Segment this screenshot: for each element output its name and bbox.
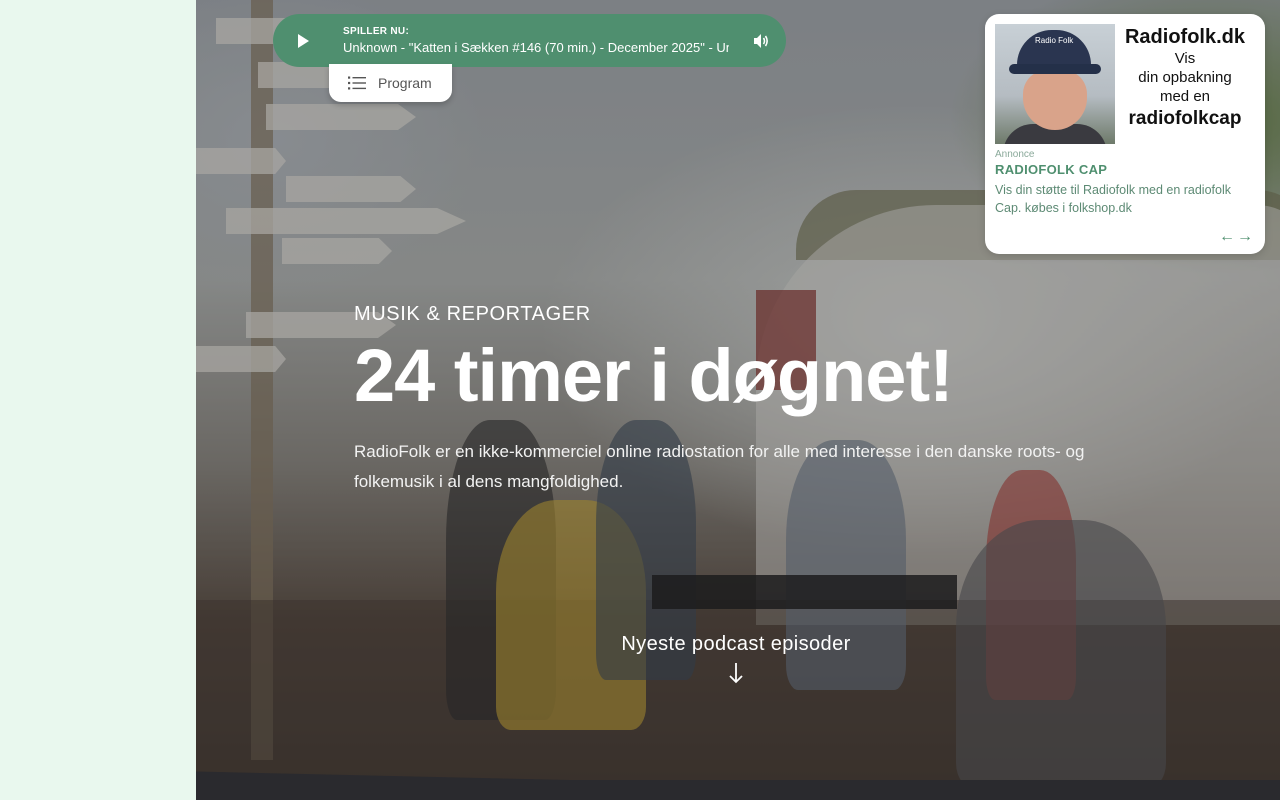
sidebar-background [0,0,196,800]
ad-image-headline: Radiofolk.dk Vis din opbakning med en ra… [1115,24,1255,144]
now-playing-label: SPILLER NU: [343,26,410,37]
arrow-right-icon[interactable]: → [1237,228,1253,246]
now-playing-title: Unknown - "Katten i Sækken #146 (70 min.… [343,40,729,55]
ad-image-line: Radiofolk.dk [1124,26,1245,48]
ad-navigation: ← → [1219,228,1253,246]
ad-photo-face [1023,70,1087,130]
volume-button[interactable] [736,14,786,67]
ad-image[interactable]: Radio Folk Radiofolk.dk Vis din opbaknin… [995,24,1255,144]
ad-title[interactable]: RADIOFOLK CAP [995,162,1255,177]
hero-intro: RadioFolk er en ikke-kommerciel online r… [354,442,1085,491]
ad-label: Annonce [995,149,1035,160]
program-label: Program [378,75,432,91]
play-button[interactable] [273,14,331,67]
play-icon [298,33,309,48]
now-playing: SPILLER NU: Unknown - "Katten i Sækken #… [343,26,736,55]
volume-icon [754,33,768,48]
ad-image-line: radiofolkcap [1128,108,1242,129]
ad-cap-text: Radio Folk [1035,36,1074,45]
radio-player: SPILLER NU: Unknown - "Katten i Sækken #… [273,14,786,67]
ad-image-line: med en [1159,88,1211,105]
program-button[interactable]: Program [329,64,452,102]
ad-image-line: din opbakning [1138,69,1232,86]
hero-kicker: MUSIK & REPORTAGER [354,303,591,325]
list-icon [348,76,366,90]
scroll-to-podcasts[interactable]: Nyeste podcast episoder [596,633,876,689]
ad-description: Vis din støtte til Radiofolk med en radi… [995,183,1231,215]
arrow-down-icon [729,663,743,684]
bottom-band [196,780,1280,800]
ad-card[interactable]: Radio Folk Radiofolk.dk Vis din opbaknin… [985,14,1265,254]
ad-photo-brim [1009,64,1101,74]
ad-image-line: Vis [1174,50,1196,67]
scroll-label: Nyeste podcast episoder [621,633,851,655]
ad-photo: Radio Folk [995,24,1115,144]
arrow-left-icon[interactable]: ← [1219,228,1235,246]
hero-headline: 24 timer i døgnet! [354,334,954,417]
